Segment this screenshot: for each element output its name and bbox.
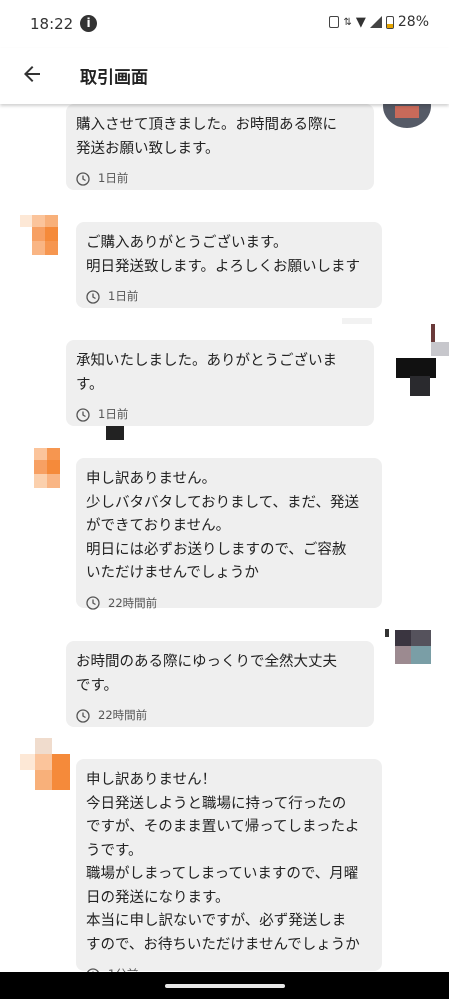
message-text: ご購入ありがとうございます。 明日発送致します。よろしくお願いします (86, 235, 361, 275)
message-meta: 22時間前 (86, 592, 372, 616)
clock-icon (76, 709, 90, 723)
message-bubble-buyer: お時間のある際にゆっくりで全然大丈夫 です。 22時間前 (66, 641, 374, 727)
message-bubble-seller: 申し訳ありません。 少しバタバタしておりまして、まだ、発送 ができておりません。… (76, 458, 382, 610)
message-meta: 1日前 (76, 403, 364, 427)
info-icon: i (80, 15, 97, 32)
battery-percent: 28% (397, 14, 429, 30)
battery-icon (385, 15, 394, 29)
message-time: 1日前 (98, 171, 129, 185)
status-icons: ⇅ ▼ 28% (329, 14, 429, 30)
image-fragment (106, 426, 124, 440)
message-time: 1日前 (98, 407, 129, 421)
message-text: 申し訳ありません！ 今日発送しようと職場に持って行ったの ですが、そのまま置いて… (86, 772, 360, 953)
message-text: お時間のある際にゆっくりで全然大丈夫 です。 (76, 654, 337, 694)
system-nav-bar (0, 972, 449, 999)
clock-icon (86, 596, 100, 610)
app-bar: 取引画面 (0, 48, 449, 104)
buyer-avatar[interactable] (385, 625, 435, 669)
status-bar: 18:22 i ⇅ ▼ 28% (0, 0, 449, 48)
message-time: 1日前 (108, 289, 139, 303)
message-bubble-seller: ご購入ありがとうございます。 明日発送致します。よろしくお願いします 1日前 (76, 222, 382, 308)
page-title: 取引画面 (80, 68, 148, 88)
clock-icon (76, 172, 90, 186)
message-meta: 22時間前 (76, 704, 364, 728)
clock-icon (86, 290, 100, 304)
home-gesture-bar[interactable] (165, 984, 285, 988)
seller-avatar[interactable] (20, 215, 70, 255)
wifi-icon: ▼ (355, 14, 366, 30)
message-text: 承知いたしました。ありがとうございま す。 (76, 353, 337, 393)
seller-avatar[interactable] (22, 448, 72, 488)
message-meta: 1日前 (86, 285, 372, 309)
clock-icon (76, 408, 90, 422)
message-bubble-buyer: 承知いたしました。ありがとうございま す。 1日前 (66, 340, 374, 426)
status-time: 18:22 (30, 15, 74, 33)
message-time: 22時間前 (108, 595, 158, 610)
data-arrows-icon: ⇅ (343, 16, 352, 28)
signal-icon (369, 16, 382, 28)
message-bubble-seller: 申し訳ありません！ 今日発送しようと職場に持って行ったの ですが、そのまま置いて… (76, 759, 382, 982)
message-text: 購入させて頂きました。お時間ある際に 発送お願い致します。 (76, 117, 337, 157)
message-meta: 1日前 (76, 167, 364, 191)
message-text: 申し訳ありません。 少しバタバタしておりまして、まだ、発送 ができておりません。… (86, 471, 360, 581)
arrow-left-icon[interactable] (20, 62, 44, 86)
message-time: 22時間前 (98, 708, 148, 722)
seller-avatar[interactable] (20, 738, 72, 790)
message-bubble-buyer: 購入させて頂きました。お時間ある際に 発送お願い致します。 1日前 (66, 104, 374, 190)
nfc-icon (329, 16, 340, 28)
